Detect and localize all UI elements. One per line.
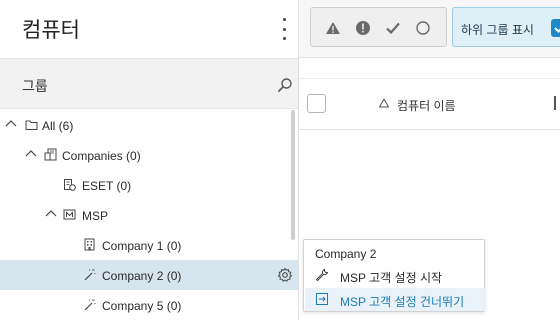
status-filter-group [310,7,447,47]
tree-item-label: MSP [82,209,109,223]
tree-scrollbar[interactable] [291,110,295,240]
skip-setup-icon [316,293,328,305]
menu-item-label: MSP 고객 설정 시작 [340,271,443,285]
sidebar-header: 컴퓨터 [0,0,298,58]
warning-icon[interactable] [325,20,341,36]
groups-label: 그룹 [22,78,48,94]
tree-item-company-2[interactable]: Company 2 (0) [0,260,298,290]
group-tree: All (6) Companies (0) ESET (0) MSP Compa… [0,110,298,320]
magic-wand-icon [84,269,96,281]
chevron-up-icon[interactable] [25,148,37,160]
tree-item-label: Company 1 (0) [102,239,182,253]
menu-item-label: MSP 고객 설정 건너뛰기 [340,295,465,309]
tree-item-label: All (6) [42,119,74,133]
building-icon [84,238,95,251]
chevron-up-icon[interactable] [5,118,17,130]
table-header: 컴퓨터 이름 [299,78,560,130]
tree-item-eset[interactable]: ESET (0) [0,170,290,200]
wrench-icon [315,268,329,282]
circle-icon[interactable] [415,20,431,36]
tree-item-msp[interactable]: MSP [0,200,290,230]
groups-header: 그룹 [0,58,298,109]
computers-sidebar: 컴퓨터 그룹 All (6) Companies (0) ESET (0) MS… [0,0,298,320]
chevron-up-icon[interactable] [45,208,57,220]
tree-item-company-1[interactable]: Company 1 (0) [0,230,290,260]
folder-icon [25,120,38,130]
page-title: 컴퓨터 [22,19,80,42]
column-header-computer-name[interactable]: 컴퓨터 이름 [397,97,456,114]
company-context-menu: Company 2 MSP 고객 설정 시작 MSP 고객 설정 건너뛰기 [303,239,485,312]
check-icon[interactable] [385,20,401,36]
tree-item-label: Company 5 (0) [102,299,182,313]
eset-company-icon [64,179,76,191]
tree-item-label: ESET (0) [82,179,132,193]
checkbox-checked-icon[interactable] [551,19,560,37]
tree-item-all[interactable]: All (6) [0,110,290,140]
gear-icon[interactable] [277,267,293,283]
companies-icon [44,148,57,161]
filter-toolbar: 하위 그룹 표시 [299,0,560,58]
more-options-icon[interactable] [278,18,290,40]
menu-item-skip-msp-setup[interactable]: MSP 고객 설정 건너뛰기 [305,288,485,311]
column-resize-handle[interactable] [554,96,556,110]
tree-item-company-5[interactable]: Company 5 (0) [0,290,290,320]
tree-item-label: Companies (0) [62,149,141,163]
menu-title: Company 2 [315,247,377,261]
show-subgroups-label: 하위 그룹 표시 [461,23,534,37]
error-icon[interactable] [355,20,371,36]
msp-icon [63,209,76,220]
show-subgroups-toggle[interactable]: 하위 그룹 표시 [452,7,560,47]
tree-item-label: Company 2 (0) [102,269,182,283]
search-icon[interactable] [277,77,293,93]
tree-item-companies[interactable]: Companies (0) [0,140,290,170]
app-window: 컴퓨터 그룹 All (6) Companies (0) ESET (0) MS… [0,0,560,320]
menu-item-start-msp-setup[interactable]: MSP 고객 설정 시작 [305,264,485,287]
select-all-checkbox[interactable] [307,94,326,113]
sort-ascending-icon[interactable] [379,98,389,108]
magic-wand-icon [84,299,96,311]
